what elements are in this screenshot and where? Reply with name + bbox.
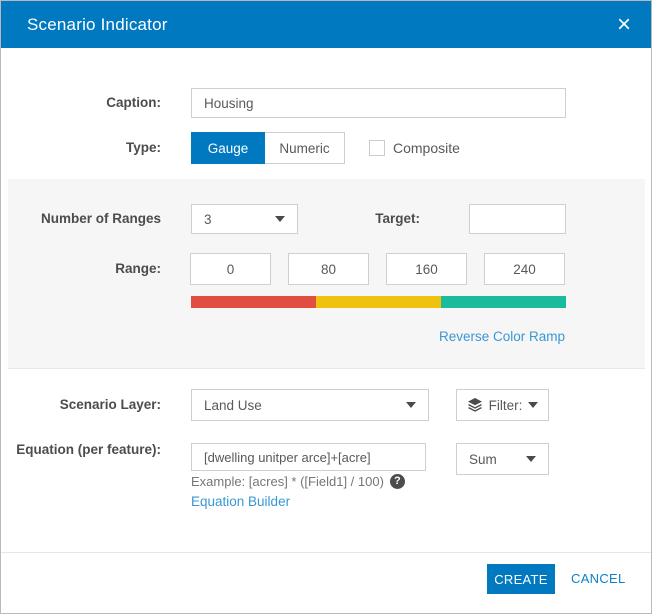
color-ramp	[191, 296, 566, 308]
composite-label: Composite	[393, 132, 460, 164]
equation-label: Equation (per feature):	[1, 441, 177, 458]
aggregation-dropdown[interactable]: Sum	[456, 443, 549, 475]
scenario-layer-label: Scenario Layer:	[1, 389, 177, 421]
range-input-1[interactable]	[190, 253, 271, 285]
chevron-down-icon	[406, 402, 416, 408]
filter-label: Filter:	[489, 398, 523, 413]
equation-builder-link[interactable]: Equation Builder	[191, 494, 290, 509]
filter-button[interactable]: Filter:	[456, 389, 549, 421]
range-label: Range:	[8, 253, 177, 285]
type-numeric-button[interactable]: Numeric	[265, 132, 345, 164]
range-input-4[interactable]	[484, 253, 565, 285]
color-ramp-segment-low	[191, 296, 316, 308]
footer-divider	[1, 552, 651, 553]
chevron-down-icon	[526, 456, 536, 462]
target-label: Target:	[358, 204, 436, 234]
color-ramp-segment-mid	[316, 296, 441, 308]
reverse-color-ramp-link[interactable]: Reverse Color Ramp	[439, 329, 565, 344]
equation-example-text: Example: [acres] * ([Field1] / 100)	[191, 474, 384, 489]
dialog-title: Scenario Indicator	[27, 15, 168, 35]
type-label: Type:	[1, 132, 177, 164]
equation-example: Example: [acres] * ([Field1] / 100) ?	[191, 474, 405, 489]
composite-checkbox[interactable]	[369, 140, 385, 156]
type-gauge-button[interactable]: Gauge	[191, 132, 265, 164]
chevron-down-icon	[275, 216, 285, 222]
number-of-ranges-dropdown[interactable]: 3	[191, 204, 298, 234]
help-icon[interactable]: ?	[390, 474, 405, 489]
ranges-panel: Number of Ranges 3 Target: Range: Revers…	[8, 179, 645, 369]
scenario-layer-value: Land Use	[204, 398, 406, 413]
aggregation-value: Sum	[469, 452, 526, 467]
scenario-layer-dropdown[interactable]: Land Use	[191, 389, 429, 421]
caption-label: Caption:	[1, 88, 177, 118]
cancel-button[interactable]: CANCEL	[571, 564, 626, 594]
range-input-2[interactable]	[288, 253, 369, 285]
close-icon[interactable]: ×	[617, 13, 631, 37]
number-of-ranges-label: Number of Ranges	[8, 204, 177, 234]
chevron-down-icon	[528, 402, 538, 408]
target-input[interactable]	[469, 204, 566, 234]
color-ramp-segment-high	[441, 296, 566, 308]
equation-input[interactable]	[191, 443, 426, 471]
scenario-indicator-dialog: Scenario Indicator × Caption: Type: Gaug…	[0, 0, 652, 614]
range-input-3[interactable]	[386, 253, 467, 285]
dialog-header: Scenario Indicator ×	[1, 1, 651, 48]
create-button[interactable]: CREATE	[487, 564, 555, 594]
number-of-ranges-value: 3	[204, 212, 275, 227]
caption-input[interactable]	[191, 88, 566, 118]
layers-icon	[467, 397, 483, 413]
